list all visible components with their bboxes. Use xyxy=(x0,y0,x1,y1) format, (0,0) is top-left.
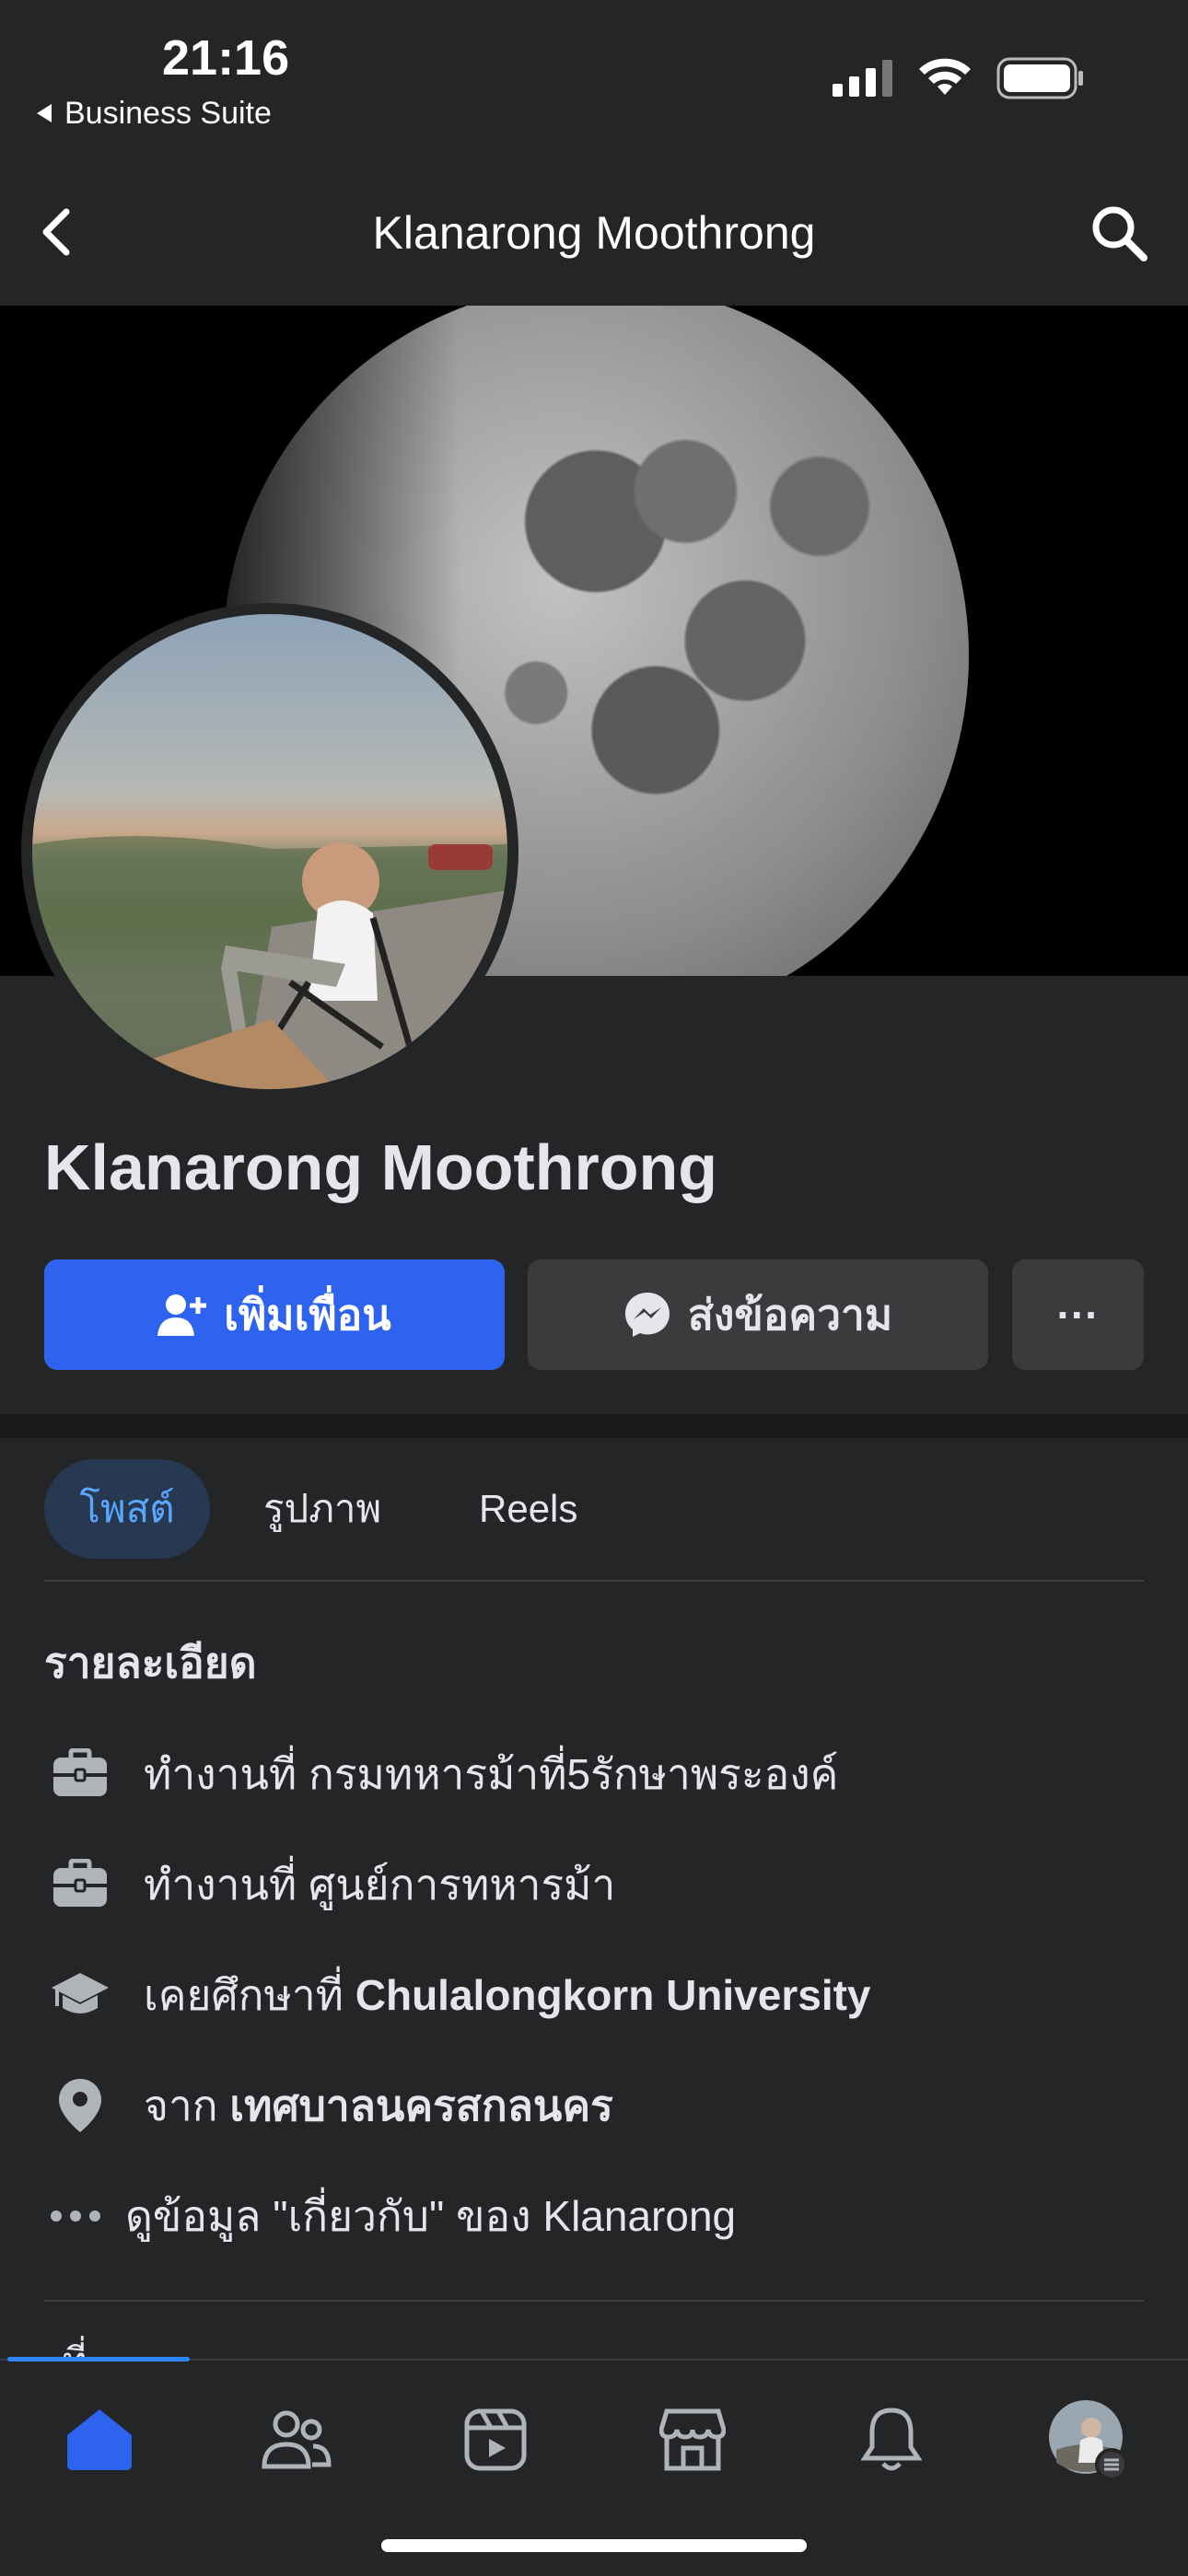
nav-notifications[interactable] xyxy=(845,2394,938,2486)
status-icons xyxy=(833,57,1085,99)
briefcase-icon xyxy=(48,1742,112,1806)
detail-value: กรมทหารม้าที่5รักษาพระองค์ xyxy=(309,1749,839,1798)
back-triangle-icon xyxy=(35,96,53,132)
next-section-peek: ที่ xyxy=(63,2331,87,2359)
section-divider xyxy=(0,1414,1188,1438)
more-dots-icon: ··· xyxy=(1056,1291,1100,1339)
tab-photos[interactable]: รูปภาพ xyxy=(263,1459,381,1559)
message-button[interactable]: ส่งข้อความ xyxy=(528,1259,988,1370)
avatar xyxy=(1049,2400,1128,2481)
search-button[interactable] xyxy=(1089,203,1157,271)
messenger-icon xyxy=(624,1293,670,1337)
marketplace-icon xyxy=(659,2408,726,2471)
profile-avatar[interactable] xyxy=(32,614,507,1089)
briefcase-icon xyxy=(48,1852,112,1917)
divider xyxy=(44,2300,1144,2302)
add-friend-icon xyxy=(157,1294,207,1336)
detail-education[interactable]: เคยศึกษาที่ Chulalongkorn University xyxy=(48,1954,871,2036)
profile-name: Klanarong Moothrong xyxy=(44,1131,718,1203)
detail-prefix: จาก xyxy=(144,2081,218,2129)
bell-icon xyxy=(861,2408,922,2471)
divider xyxy=(44,1580,1144,1582)
detail-prefix: ทำงานที่ xyxy=(144,1749,297,1798)
nav-friends[interactable] xyxy=(250,2394,343,2486)
detail-value: ศูนย์การทหารม้า xyxy=(309,1860,616,1909)
graduation-cap-icon xyxy=(48,1963,112,2027)
active-tab-indicator xyxy=(7,2357,190,2361)
battery-icon xyxy=(996,57,1083,99)
detail-prefix: เคยศึกษาที่ xyxy=(144,1970,344,2019)
status-time: 21:16 xyxy=(162,30,290,86)
more-options-button[interactable]: ··· xyxy=(1012,1259,1144,1370)
friends-icon xyxy=(262,2410,332,2469)
nav-home[interactable] xyxy=(53,2394,146,2486)
signal-icon xyxy=(833,60,892,97)
see-about-label: ดูข้อมูล "เกี่ยวกับ" ของ Klanarong xyxy=(125,2191,737,2240)
add-friend-button[interactable]: เพิ่มเพื่อน xyxy=(44,1259,505,1370)
add-friend-label: เพิ่มเพื่อน xyxy=(224,1290,391,1339)
tab-reels[interactable]: Reels xyxy=(479,1459,577,1559)
detail-work-2[interactable]: ทำงานที่ ศูนย์การทหารม้า xyxy=(48,1843,615,1926)
detail-hometown[interactable]: จาก เทศบาลนครสกลนคร xyxy=(48,2064,613,2147)
see-about-link[interactable]: ดูข้อมูล "เกี่ยวกับ" ของ Klanarong xyxy=(48,2175,736,2257)
back-to-app[interactable]: Business Suite xyxy=(35,96,272,132)
nav-profile-menu[interactable] xyxy=(1042,2394,1135,2486)
back-app-label: Business Suite xyxy=(64,96,272,131)
more-dots-icon xyxy=(48,2184,103,2248)
nav-video[interactable] xyxy=(449,2394,542,2486)
wifi-icon xyxy=(919,58,971,95)
details-title: รายละเอียด xyxy=(44,1639,257,1687)
location-pin-icon xyxy=(48,2073,112,2138)
detail-prefix: ทำงานที่ xyxy=(144,1860,297,1909)
detail-work-1[interactable]: ทำงานที่ กรมทหารม้าที่5รักษาพระองค์ xyxy=(48,1733,838,1816)
page-title: Klanarong Moothrong xyxy=(372,207,816,259)
message-label: ส่งข้อความ xyxy=(687,1290,893,1339)
nav-marketplace[interactable] xyxy=(646,2394,739,2486)
tab-posts[interactable]: โพสต์ xyxy=(44,1459,210,1559)
video-icon xyxy=(464,2408,527,2471)
home-indicator xyxy=(381,2539,807,2552)
detail-value[interactable]: Chulalongkorn University xyxy=(355,1971,871,2019)
home-icon xyxy=(67,2409,132,2470)
search-icon xyxy=(1092,206,1147,261)
detail-value[interactable]: เทศบาลนครสกลนคร xyxy=(229,2082,612,2129)
